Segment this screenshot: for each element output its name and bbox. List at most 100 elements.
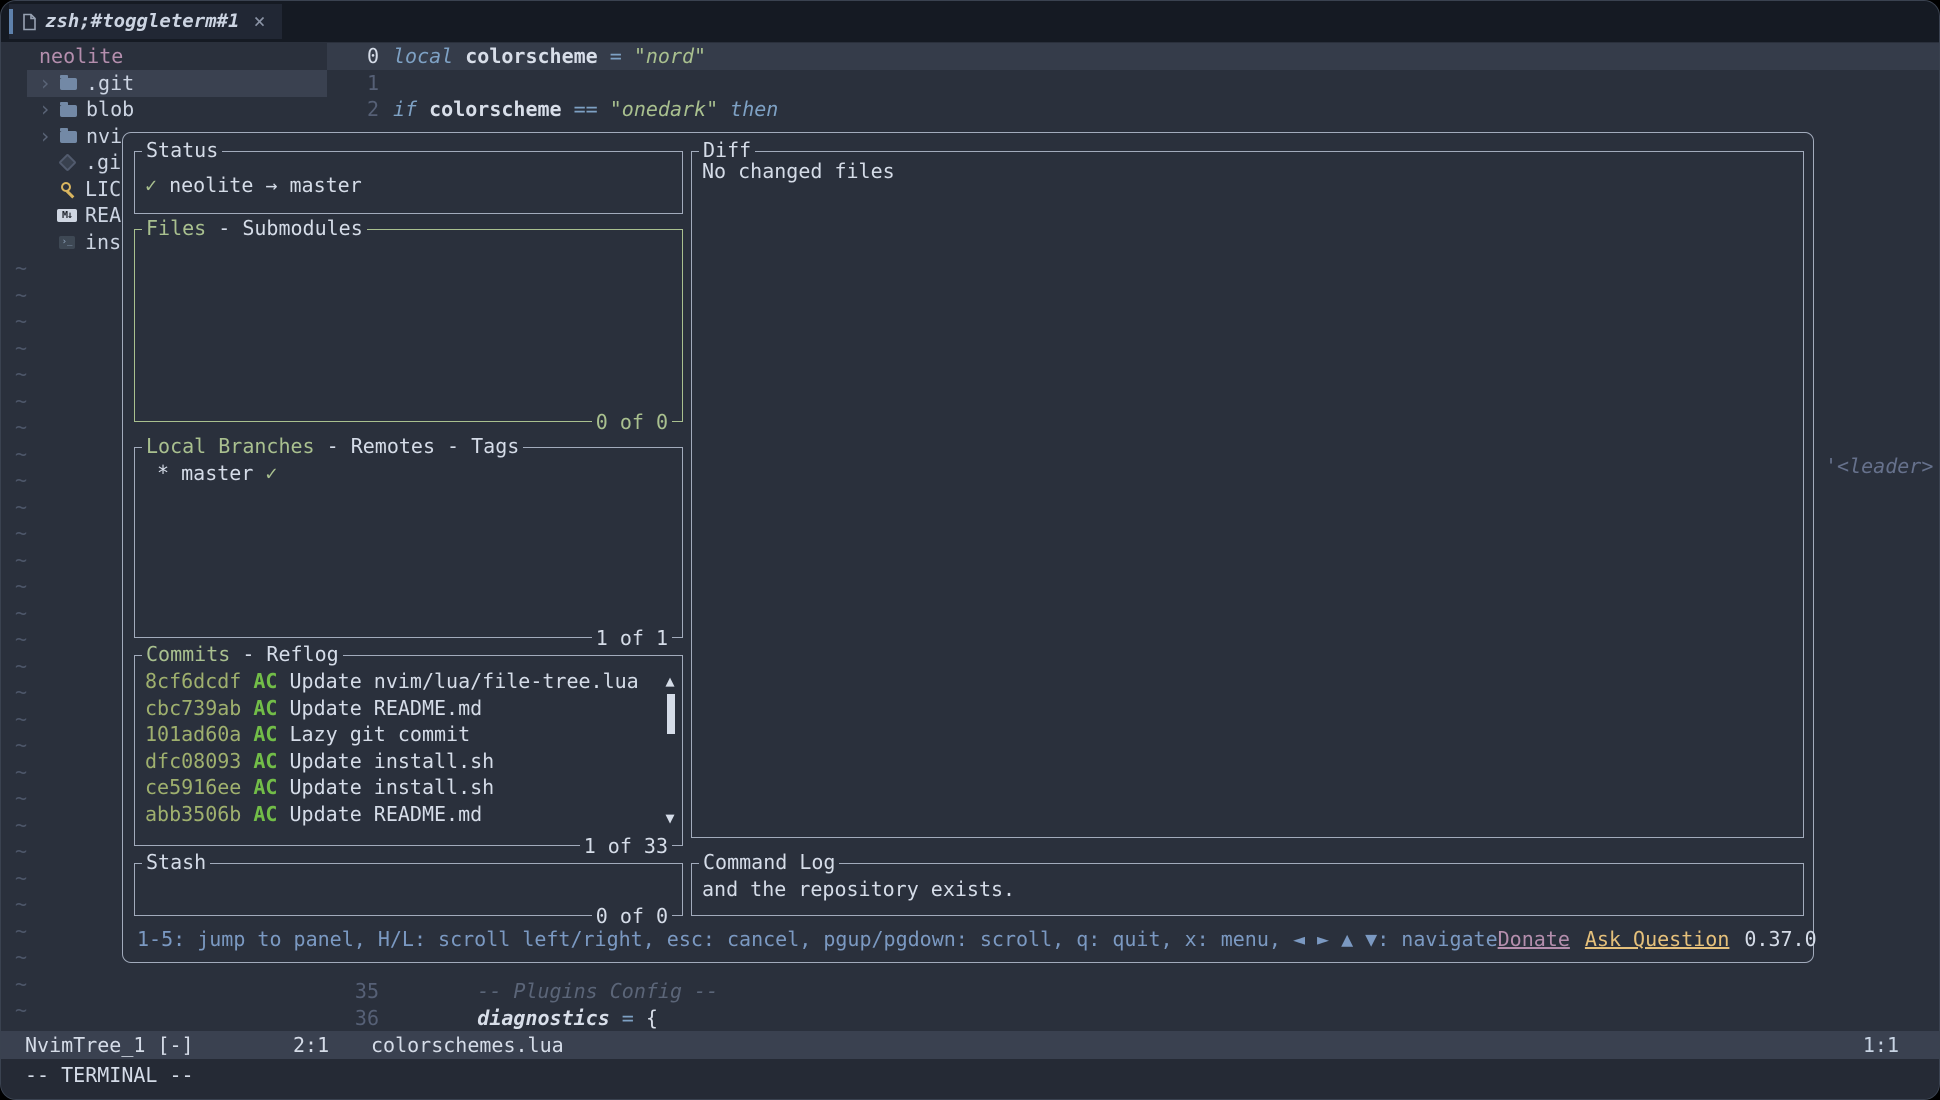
line-number: 1 (327, 70, 393, 97)
tilde: ~ (15, 335, 27, 362)
scrollbar-thumb[interactable] (667, 694, 675, 734)
code-token: { (646, 1005, 658, 1032)
code-token: == (574, 96, 610, 123)
editor-line-2: 2if colorscheme == "onedark" then (327, 96, 1939, 123)
commit-message: Update install.sh (290, 749, 495, 773)
scroll-up-icon[interactable]: ▲ (662, 668, 678, 695)
tilde: ~ (15, 547, 27, 574)
commit-row[interactable]: dfc08093 AC Update install.sh (145, 748, 672, 775)
commit-author: AC (253, 669, 289, 693)
tilde: ~ (15, 812, 27, 839)
commit-row[interactable]: ce5916ee AC Update install.sh (145, 774, 672, 801)
terminal-prompt-icon: ›_ (59, 236, 75, 249)
active-tab-indicator (9, 9, 13, 34)
editor-leader-fragment: '<leader> (1825, 453, 1933, 480)
files-panel-title: Files - Submodules (142, 215, 367, 242)
line-number: 35 (327, 978, 393, 1005)
tilde: ~ (15, 997, 27, 1024)
line-number: 36 (327, 1005, 393, 1032)
tilde: ~ (15, 653, 27, 680)
commit-author: AC (253, 749, 289, 773)
chevron-right-icon: › (39, 123, 55, 150)
commit-hash: cbc739ab (145, 696, 253, 720)
tab-bar: zsh;#toggleterm#1 × (1, 1, 1939, 42)
commit-hash: abb3506b (145, 802, 253, 826)
commit-hash: dfc08093 (145, 749, 253, 773)
commits-panel[interactable]: Commits - Reflog 8cf6dcdf AC Update nvim… (134, 655, 683, 846)
code-token: colorscheme (429, 96, 574, 123)
check-icon: ✓ (265, 461, 277, 485)
folder-icon (60, 105, 77, 117)
statusline-cursor-left: 2:1 (293, 1032, 329, 1059)
tilde: ~ (15, 494, 27, 521)
tilde: ~ (15, 891, 27, 918)
check-icon: ✓ (145, 173, 157, 197)
tilde: ~ (15, 467, 27, 494)
branches-panel[interactable]: Local Branches - Remotes - Tags * master… (134, 447, 683, 638)
diff-panel[interactable]: Diff No changed files (691, 151, 1804, 838)
branches-count: 1 of 1 (592, 625, 672, 652)
commit-message: Update install.sh (290, 775, 495, 799)
ask-question-link[interactable]: Ask Question (1585, 926, 1730, 953)
diff-content: No changed files (692, 152, 1803, 837)
keybindings-hint: 1-5: jump to panel, H/L: scroll left/rig… (137, 926, 1498, 953)
commit-row[interactable]: cbc739ab AC Update README.md (145, 695, 672, 722)
commit-row[interactable]: 101ad60a AC Lazy git commit (145, 721, 672, 748)
commits-scrollbar[interactable]: ▲ ▼ (662, 668, 678, 831)
editor-line-1: 1 (327, 70, 1939, 97)
commit-hash: 101ad60a (145, 722, 253, 746)
line-number: 0 (327, 43, 393, 70)
folder-icon (60, 78, 77, 90)
code-token: "onedark" (610, 96, 730, 123)
terminal-screenshot: zsh;#toggleterm#1 × neolite›.git›blob›nv… (0, 0, 1940, 1100)
tree-item-neolite[interactable]: neolite (1, 43, 327, 70)
statusline: NvimTree_1 [-] 2:1 colorschemes.lua 1:1 (1, 1031, 1939, 1059)
tilde: ~ (15, 388, 27, 415)
commit-author: AC (253, 722, 289, 746)
commit-row[interactable]: abb3506b AC Update README.md (145, 801, 672, 828)
tilde: ~ (15, 706, 27, 733)
code-token: "nord" (634, 43, 706, 70)
scroll-down-icon[interactable]: ▼ (662, 805, 678, 832)
statusline-cursor-right: 1:1 (1863, 1032, 1899, 1059)
git-icon (57, 156, 77, 169)
chevron-right-icon: › (39, 70, 55, 97)
commit-author: AC (253, 696, 289, 720)
donate-link[interactable]: Donate (1498, 926, 1570, 953)
tilde: ~ (15, 414, 27, 441)
stash-panel[interactable]: Stash 0 of 0 (134, 863, 683, 916)
tilde: ~ (15, 520, 27, 547)
commit-list: 8cf6dcdf AC Update nvim/lua/file-tree.lu… (135, 656, 682, 845)
mode-indicator: -- TERMINAL -- (25, 1062, 194, 1089)
code-token: diagnostics (393, 1005, 622, 1032)
tilde: ~ (15, 971, 27, 998)
license-icon (57, 181, 77, 197)
tilde: ~ (15, 785, 27, 812)
status-content: ✓ neolite → master (135, 152, 682, 213)
editor-line-0: 0local colorscheme = "nord" (327, 43, 1939, 70)
command-log-panel[interactable]: Command Log and the repository exists. (691, 863, 1804, 916)
tree-root-label: neolite (39, 43, 123, 70)
line-number: 2 (327, 96, 393, 123)
tilde: ~ (15, 918, 27, 945)
tab-zsh-toggleterm[interactable]: zsh;#toggleterm#1 × (9, 4, 282, 39)
branch-row[interactable]: * master ✓ (135, 448, 682, 637)
tree-item-git[interactable]: ›.git (1, 70, 327, 97)
commit-author: AC (253, 802, 289, 826)
tilde: ~ (15, 255, 27, 282)
editor-line-35: 35 -- Plugins Config -- (327, 978, 1939, 1005)
code-token: then (730, 96, 778, 123)
commit-row[interactable]: 8cf6dcdf AC Update nvim/lua/file-tree.lu… (145, 668, 672, 695)
lazygit-version: 0.37.0 (1744, 926, 1816, 953)
lazygit-keybar: 1-5: jump to panel, H/L: scroll left/rig… (137, 926, 1799, 953)
command-line: -- TERMINAL -- (1, 1059, 1939, 1099)
commits-count: 1 of 33 (580, 833, 672, 860)
tilde: ~ (15, 679, 27, 706)
file-icon (22, 13, 37, 31)
tab-close-icon[interactable]: × (253, 8, 265, 35)
code-token: = (622, 1005, 646, 1032)
tree-item-label: REA (85, 202, 121, 229)
tree-item-blob[interactable]: ›blob (1, 96, 327, 123)
files-panel[interactable]: Files - Submodules 0 of 0 (134, 229, 683, 422)
status-panel[interactable]: Status ✓ neolite → master (134, 151, 683, 214)
